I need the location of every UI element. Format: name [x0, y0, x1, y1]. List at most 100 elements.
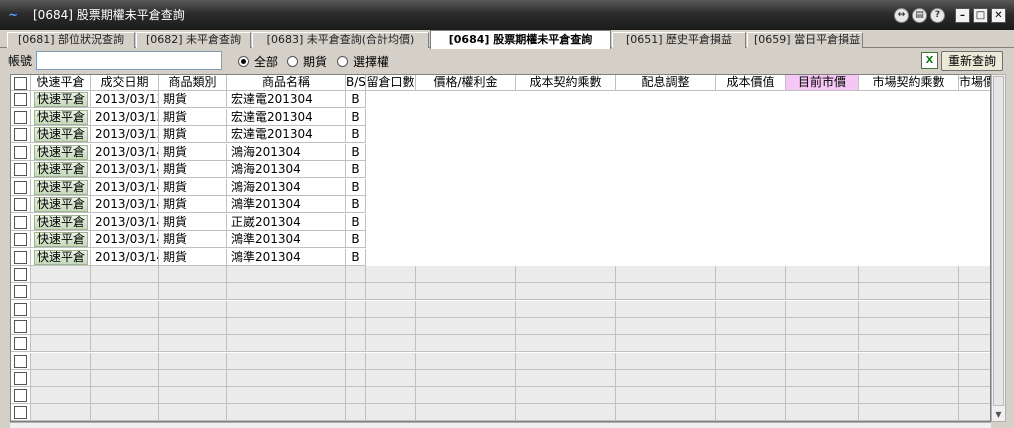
account-input[interactable] [36, 51, 222, 70]
column-header[interactable]: 留倉口數 [366, 75, 416, 91]
empty-cell [346, 404, 366, 421]
empty-cell [716, 266, 786, 283]
empty-cell [616, 404, 716, 421]
column-header[interactable]: 商品名稱 [227, 75, 346, 91]
maximize-icon[interactable]: □ [973, 8, 988, 23]
excel-export-icon[interactable]: X [921, 52, 938, 69]
account-label: 帳號 [8, 54, 33, 68]
tab-0681[interactable]: [0681] 部位狀況查詢 [7, 32, 135, 48]
row-checkbox[interactable] [14, 145, 27, 159]
quick-close-button[interactable]: 快速平倉 [34, 92, 88, 107]
quick-close-button[interactable]: 快速平倉 [34, 214, 88, 230]
column-header[interactable]: B/S [346, 75, 366, 91]
scrollbar-thumb[interactable] [993, 76, 1004, 406]
empty-cell [346, 387, 366, 405]
row-checkbox[interactable] [14, 198, 27, 211]
column-header[interactable]: 目前市價 [786, 75, 859, 91]
column-header[interactable]: 成本契約乘數 [516, 75, 616, 91]
row-checkbox[interactable] [14, 110, 27, 124]
quick-close-button[interactable]: 快速平倉 [34, 127, 88, 142]
help-icon[interactable]: ? [930, 8, 945, 23]
empty-cell [416, 369, 516, 387]
row-checkbox[interactable] [14, 354, 27, 368]
scroll-down-icon[interactable]: ▼ [993, 409, 1004, 420]
tab-0684[interactable]: [0684] 股票期權未平倉查詢 [430, 30, 611, 49]
row-checkbox[interactable] [14, 302, 27, 316]
row-checkbox[interactable] [14, 285, 27, 299]
row-checkbox[interactable] [14, 371, 27, 385]
row-checkbox[interactable] [14, 389, 27, 403]
radio-options[interactable]: 選擇權 [337, 53, 389, 69]
row-checkbox[interactable] [14, 233, 27, 246]
quick-close-button[interactable]: 快速平倉 [34, 144, 88, 160]
empty-cell [91, 266, 159, 283]
positions-table: 快速平倉 成交日期 商品類別 商品名稱 B/S 留倉口數 價格/權利金 成本契約乘數 配息調整成… [10, 74, 991, 422]
empty-cell [159, 404, 227, 421]
row-checkbox[interactable] [14, 250, 27, 264]
radio-futures[interactable]: 期貨 [287, 53, 327, 69]
title-bar[interactable]: ~ [0684] 股票期權未平倉查詢 ↔ ▤ ? – □ ✕ [0, 0, 1014, 30]
empty-cell [91, 300, 159, 318]
empty-cell [346, 335, 366, 353]
radio-label: 全部 [254, 54, 279, 69]
column-header[interactable]: 商品類別 [159, 75, 227, 91]
empty-cell [416, 317, 516, 335]
empty-cell [416, 283, 516, 301]
close-icon[interactable]: ✕ [991, 8, 1006, 23]
row-checkbox[interactable] [14, 180, 27, 194]
tab-0682[interactable]: [0682] 未平倉查詢 [136, 32, 251, 48]
tab-0683[interactable]: [0683] 未平倉查詢(合計均價) [252, 32, 429, 48]
empty-cell [31, 283, 91, 301]
empty-cell [786, 317, 859, 335]
quick-close-button[interactable]: 快速平倉 [34, 249, 88, 265]
quick-close-button[interactable]: 快速平倉 [34, 232, 88, 247]
empty-cell [516, 369, 616, 387]
row-checkbox[interactable] [14, 319, 27, 333]
empty-cell [516, 300, 616, 318]
row-checkbox[interactable] [14, 93, 27, 106]
empty-cell [616, 317, 716, 335]
quick-close-button[interactable]: 快速平倉 [34, 197, 88, 212]
column-header[interactable]: 市場價 [959, 75, 990, 91]
column-header[interactable]: 價格/權利金 [416, 75, 516, 91]
empty-cell [516, 283, 616, 301]
column-header[interactable]: 市場契約乘數 [859, 75, 959, 91]
row-checkbox[interactable] [14, 215, 27, 229]
restore-icon[interactable]: ↔ [894, 8, 909, 23]
radio-dot [238, 55, 249, 67]
requery-button[interactable]: 重新查詢 [941, 51, 1003, 71]
empty-cell [227, 283, 346, 301]
quick-close-button[interactable]: 快速平倉 [34, 109, 88, 125]
row-checkbox[interactable] [14, 406, 27, 420]
row-checkbox[interactable] [14, 163, 27, 176]
select-all-checkbox[interactable] [14, 77, 27, 90]
radio-all[interactable]: 全部 [238, 53, 278, 69]
window-title: [0684] 股票期權未平倉查詢 [33, 8, 185, 22]
row-checkbox[interactable] [14, 337, 27, 351]
column-header[interactable]: 成本價值 [716, 75, 786, 91]
table-cell: 鴻準201304 [227, 231, 346, 248]
column-header[interactable]: 成交日期 [91, 75, 159, 91]
tab-0651[interactable]: [0651] 歷史平倉損益 [612, 32, 746, 48]
minimize-icon[interactable]: – [955, 8, 970, 23]
empty-cell [227, 369, 346, 387]
column-header[interactable]: 快速平倉 [31, 75, 91, 91]
empty-cell [859, 369, 959, 387]
empty-cell [159, 300, 227, 318]
tab-0659[interactable]: [0659] 當日平倉損益 [747, 32, 863, 48]
quick-close-button[interactable]: 快速平倉 [34, 179, 88, 195]
row-checkbox[interactable] [14, 128, 27, 141]
table-cell: 期貨 [159, 231, 227, 248]
quick-close-button[interactable]: 快速平倉 [34, 162, 88, 177]
empty-cell [786, 369, 859, 387]
table-cell: B [346, 91, 366, 108]
column-header[interactable]: 配息調整 [616, 75, 716, 91]
print-icon[interactable]: ▤ [912, 8, 927, 23]
table-cell: 2013/03/14 [91, 178, 159, 196]
empty-cell [716, 369, 786, 387]
empty-cell [786, 300, 859, 318]
vertical-scrollbar[interactable]: ▼ [991, 74, 1006, 422]
horizontal-scrollbar[interactable] [10, 422, 991, 428]
empty-cell [959, 283, 990, 301]
row-checkbox[interactable] [14, 268, 27, 281]
